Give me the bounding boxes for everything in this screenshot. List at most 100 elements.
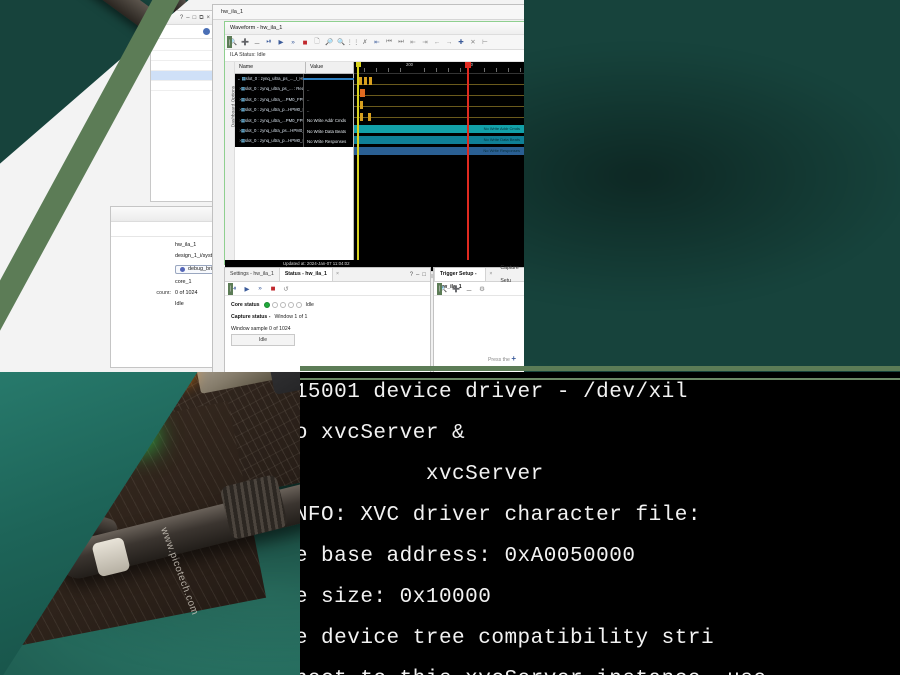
next-trans-icon[interactable]: ⇥: [419, 36, 431, 48]
terminal-panel[interactable]: ion XVC 15001 device driver - /dev/xil r…: [300, 372, 900, 675]
tab-settings[interactable]: Settings - hw_ila_1: [225, 268, 279, 281]
signal-name: ⌄▦slot_0 : zynq_ultra_ps_..._I_HPM0_FPD …: [235, 74, 304, 85]
step-icon[interactable]: »: [287, 36, 299, 48]
table-row[interactable]: ⌄▦slot_0 : zynq_ultra_ps_..._I_HPM0_FPD …: [235, 74, 353, 85]
restore-button[interactable]: ⧉: [199, 15, 203, 21]
zoom-area-icon[interactable]: ✗: [359, 36, 371, 48]
hw-ila-window: hw_ila_1 Waveform - hw_ila_1 🔍 | ➕ ⚊ | ⏯…: [212, 4, 524, 372]
minimize-button[interactable]: –: [416, 272, 419, 278]
property-key: [115, 280, 171, 285]
goto-first-icon[interactable]: ⏮: [383, 36, 395, 48]
signal-name-text: slot_0 : zynq_ultra_p...HPM0_FPD : B Cha…: [244, 138, 303, 144]
export-icon[interactable]: 🗋: [311, 36, 323, 48]
signal-value: No Write Responses: [307, 139, 347, 145]
zoom-fit-icon[interactable]: ⋮⋮: [347, 36, 360, 48]
tab-capture-setup[interactable]: Capture Setu: [495, 262, 524, 288]
remove-probe-icon[interactable]: ⚊: [251, 36, 263, 48]
goto-trigger-icon[interactable]: ⇤: [371, 36, 383, 48]
add-marker-icon[interactable]: ✚: [455, 36, 467, 48]
terminal-line: ug_bridge base address: 0xA0050000: [300, 545, 636, 568]
stop-icon[interactable]: ■: [299, 36, 311, 48]
list-item[interactable]: [151, 51, 213, 61]
terminal-line: (255) xvcServer: [425, 463, 544, 486]
idle-progress-button[interactable]: Idle: [231, 334, 295, 346]
waveform-toolbar: 🔍 | ➕ ⚊ | ⏯ ▶ » ■ 🗋 | 🔎 🔍 ⋮⋮ ✗ ⇤ |: [225, 35, 524, 50]
table-row[interactable]: ›▦slot_0 : zynq_ultra_ps...HPM0_FPD : W …: [235, 125, 353, 137]
status-dot: [287, 302, 294, 308]
run-icon[interactable]: ▶: [241, 283, 253, 295]
capture-status-label: Capture status -: [231, 314, 271, 320]
toolbar-separator: |: [437, 282, 442, 295]
core-status-row: Core status Idle: [231, 302, 424, 308]
panel-window-controls: ? – □: [410, 272, 430, 278]
zoom-in-icon[interactable]: 🔎: [323, 36, 335, 48]
close-tab-icon[interactable]: ×: [333, 268, 342, 281]
property-key: [115, 243, 171, 248]
signal-name: ›▦slot_0 : zynq_ultra_...PM0_FPD : AW Ch…: [235, 115, 304, 126]
window-sample-text: Window sample 0 of 1024: [231, 326, 291, 332]
add-icon[interactable]: ➕: [450, 283, 462, 295]
composite-screenshot: www.picotech.com ion XVC 15001 device dr…: [0, 0, 900, 675]
time-ruler[interactable]: 200 400: [354, 62, 524, 74]
property-value: Idle: [175, 300, 184, 307]
list-item[interactable]: [151, 81, 213, 91]
ila-status-text: ILA Status: Idle: [225, 50, 524, 62]
ruler-label: 200: [406, 62, 413, 67]
signal-list: Name Value ⌄▦slot_0 : zynq_ultra_ps_..._…: [235, 62, 354, 260]
property-key: [115, 302, 171, 307]
column-header-value[interactable]: Value: [306, 62, 353, 73]
column-header-name[interactable]: Name: [235, 62, 306, 73]
list-item[interactable]: [151, 41, 213, 51]
list-item-selected[interactable]: [151, 71, 213, 81]
ila-tab-bar: hw_ila_1: [213, 5, 524, 20]
list-item[interactable]: [151, 61, 213, 71]
core-status-value: Idle: [305, 302, 314, 308]
zoom-out-icon[interactable]: 🔍: [335, 36, 347, 48]
close-tab-icon[interactable]: ×: [486, 268, 495, 281]
close-button[interactable]: ×: [206, 15, 210, 21]
run-trigger-icon[interactable]: ⏯: [263, 36, 275, 48]
terminal-line: tor:~$ INFO: XVC driver character file:: [300, 504, 701, 527]
prev-edge-icon[interactable]: ←: [431, 36, 443, 48]
prev-trans-icon[interactable]: ⇤: [407, 36, 419, 48]
goto-last-icon[interactable]: ⏭: [395, 36, 407, 48]
step-icon[interactable]: »: [254, 283, 266, 295]
minimize-button[interactable]: –: [186, 15, 189, 21]
maximize-button[interactable]: □: [193, 15, 197, 21]
stop-icon[interactable]: ■: [267, 283, 279, 295]
reset-icon[interactable]: ↺: [280, 283, 292, 295]
panel-tab-bar: Trigger Setup - hw_ila_1 × Capture Setu: [434, 265, 524, 290]
remove-icon[interactable]: ⚊: [463, 283, 475, 295]
add-probe-icon[interactable]: ➕: [239, 36, 251, 48]
settings-icon[interactable]: ⚙: [476, 283, 488, 295]
status-dot-active: [263, 302, 270, 308]
table-row[interactable]: ›▦slot_0 : zynq_ultra_p...HPM0_FPD : B C…: [235, 136, 353, 147]
table-row[interactable]: ›▦slot_0 : zynq_ultra_...PM0_FPD : AW Ch…: [235, 115, 353, 126]
cursor-marker[interactable]: [465, 62, 470, 260]
remove-marker-icon[interactable]: ✕: [467, 36, 479, 48]
table-row[interactable]: ›▦slot_0 : zynq_ultra_...PM0_FPD : AR Ch…: [235, 94, 353, 106]
help-button[interactable]: ?: [410, 272, 413, 278]
toolbar-separator: |: [228, 282, 233, 295]
run-icon[interactable]: ▶: [275, 36, 287, 48]
tab-status[interactable]: Status - hw_ila_1: [278, 268, 333, 281]
maximize-button[interactable]: □: [422, 272, 426, 278]
dashboard-options-tab[interactable]: Dashboard Options: [225, 62, 236, 260]
signal-list-header: Name Value: [235, 62, 353, 74]
gear-icon[interactable]: [203, 28, 210, 35]
core-status-dots: [263, 302, 302, 308]
terminal-line: To connect to this xvcServer instance, u…: [300, 659, 900, 675]
trigger-marker[interactable]: [355, 62, 361, 260]
ruler-icon[interactable]: ⊢: [479, 36, 491, 48]
signal-name: ›▦slot_0 : zynq_ultra_ps_... : Read Tran…: [235, 84, 304, 95]
signal-name-text: slot_0 : zynq_ultra_...PM0_FPD : AR Chan…: [244, 96, 304, 102]
waveform-bar-label: No Write Addr Cmds: [483, 126, 520, 131]
waveform-canvas[interactable]: 200 400: [354, 62, 524, 260]
table-row[interactable]: ›▦slot_0 : zynq_ultra_ps_... : Read Tran…: [235, 84, 353, 95]
tab-hw-ila-1[interactable]: hw_ila_1: [213, 5, 251, 19]
signal-name: ›▦slot_0 : zynq_ultra_p...HPM0_FPD : B C…: [235, 136, 304, 147]
next-edge-icon[interactable]: →: [443, 36, 455, 48]
help-button[interactable]: ?: [180, 15, 183, 21]
table-row[interactable]: ›▦slot_0 : zynq_ultra_p...HPM0_FPD : R C…: [235, 105, 353, 116]
tab-trigger-setup[interactable]: Trigger Setup - hw_ila_1: [434, 268, 487, 290]
